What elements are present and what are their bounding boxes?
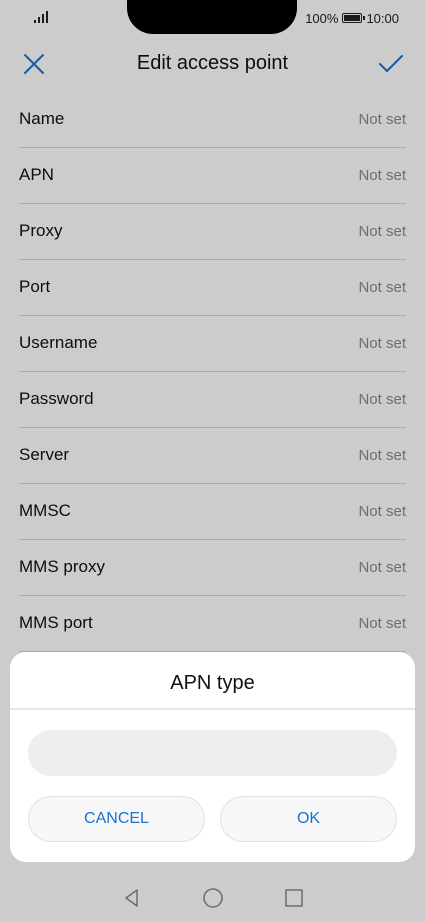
dialog-divider: [10, 708, 415, 710]
apn-type-input[interactable]: [28, 730, 397, 776]
phone-screen: 100% 10:00 Edit access point Name Not se…: [0, 0, 425, 922]
ok-button[interactable]: OK: [220, 796, 397, 842]
dialog-title: APN type: [170, 672, 255, 694]
cancel-button[interactable]: CANCEL: [28, 796, 205, 842]
apn-type-dialog: APN type CANCEL OK: [10, 652, 415, 862]
